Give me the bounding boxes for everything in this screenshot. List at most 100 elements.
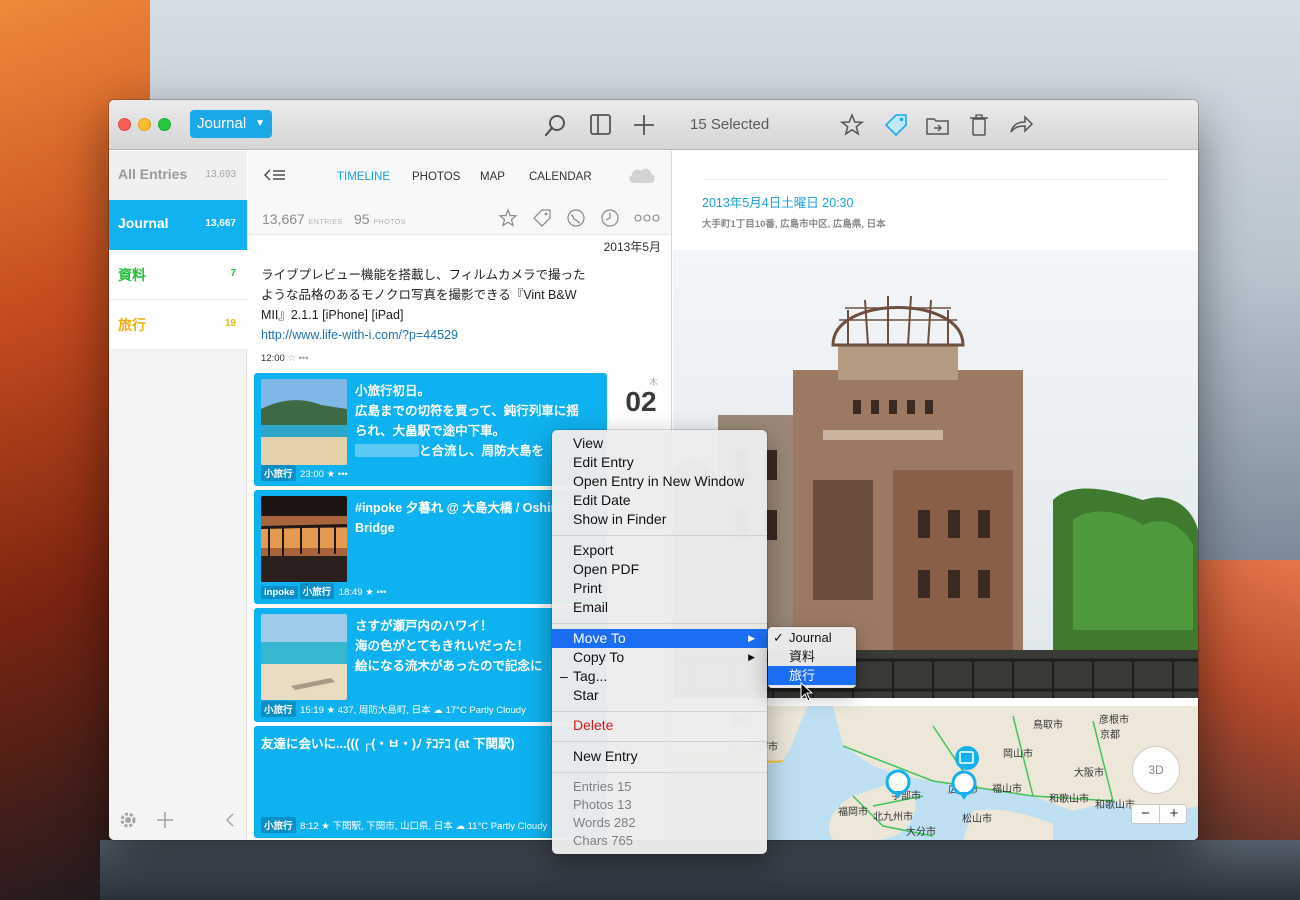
tab-photos[interactable]: PHOTOS bbox=[412, 171, 460, 183]
trash-icon[interactable] bbox=[965, 112, 993, 138]
menu-item-open-in-new-window[interactable]: Open Entry in New Window bbox=[552, 472, 767, 491]
entry-time: 23:00 bbox=[300, 469, 324, 480]
add-icon[interactable] bbox=[630, 112, 658, 138]
filter-clock-icon[interactable] bbox=[600, 208, 620, 228]
entry-meta: 12:00 ☆ ••• bbox=[261, 353, 309, 364]
star-filled-icon[interactable]: ★ bbox=[327, 469, 336, 480]
menu-item-view[interactable]: View bbox=[552, 434, 767, 453]
chevron-down-icon: ▼ bbox=[255, 118, 265, 129]
entry-text-fragment: と合流し、周防大島を bbox=[419, 444, 545, 458]
entry-time: 18:49 bbox=[338, 587, 363, 598]
zoom-in-button[interactable]: + bbox=[1160, 805, 1188, 823]
sidebar-item-label: All Entries bbox=[118, 166, 188, 182]
star-filled-icon[interactable]: ★ bbox=[321, 821, 330, 832]
entry-text-line: ような品格のあるモノクロ写真を撮影できる『Vint B&W bbox=[261, 288, 577, 302]
collapse-list-icon[interactable] bbox=[264, 168, 286, 182]
menu-item-open-pdf[interactable]: Open PDF bbox=[552, 560, 767, 579]
menu-item-show-in-finder[interactable]: Show in Finder bbox=[552, 510, 767, 529]
menu-item-delete[interactable]: Delete bbox=[552, 716, 767, 735]
entry-link[interactable]: http://www.life-with-i.com/?p=44529 bbox=[261, 325, 611, 345]
journal-sidebar: All Entries 13,693 Journal 13,667 資料 7 旅… bbox=[109, 151, 247, 840]
sidebar-item-all-entries[interactable]: All Entries 13,693 bbox=[109, 151, 247, 201]
menu-stat-photos: Photos 13 bbox=[573, 797, 632, 812]
map-label: 福山市 bbox=[992, 784, 1022, 795]
star-filled-icon[interactable]: ★ bbox=[327, 705, 336, 716]
map-pin-cluster-icon[interactable] bbox=[950, 745, 984, 801]
share-icon[interactable] bbox=[1007, 112, 1035, 138]
entry-date[interactable]: 2013年5月4日土曜日 20:30 bbox=[702, 192, 853, 211]
add-journal-icon[interactable] bbox=[155, 810, 175, 830]
tag-chip[interactable]: 小旅行 bbox=[261, 465, 296, 481]
weather-icon: ☁ bbox=[433, 705, 443, 716]
folder-move-icon[interactable] bbox=[924, 112, 952, 138]
tag-chip[interactable]: 小旅行 bbox=[261, 817, 296, 833]
map-3d-button[interactable]: 3D bbox=[1132, 746, 1180, 794]
tag-chip[interactable]: 小旅行 bbox=[299, 583, 335, 599]
menu-item-copy-to[interactable]: Copy To ▶ bbox=[552, 648, 767, 667]
photos-unit: PHOTOS bbox=[373, 219, 406, 226]
sidebar-item-journal[interactable]: Journal 13,667 bbox=[109, 200, 247, 250]
menu-item-tag[interactable]: – Tag... bbox=[552, 667, 767, 686]
photos-count-value: 95 bbox=[354, 211, 370, 227]
sidebar-toggle-icon[interactable] bbox=[586, 112, 614, 138]
map-label: 大阪市 bbox=[1074, 768, 1104, 779]
tab-timeline[interactable]: TIMELINE bbox=[337, 171, 390, 183]
menu-item-move-to[interactable]: Move To ▶ bbox=[552, 629, 767, 648]
close-window-button[interactable] bbox=[118, 118, 131, 131]
cloud-sync-icon[interactable] bbox=[627, 165, 657, 185]
entry-meta: 小旅行 15:19 ★ 437, 周防大島町, 日本 ☁ 17°C Partly… bbox=[261, 701, 601, 717]
sidebar-item-label: Journal bbox=[118, 215, 169, 231]
sidebar-item-count: 13,693 bbox=[205, 169, 236, 180]
submenu-item-shiryo[interactable]: 資料 bbox=[768, 647, 856, 666]
gear-icon[interactable] bbox=[118, 810, 138, 830]
map-label: 和歌山市 bbox=[1095, 800, 1135, 811]
map-label: 和歌山市 bbox=[1049, 794, 1089, 805]
journal-selector-button[interactable]: Journal ▼ bbox=[190, 110, 272, 138]
menu-separator bbox=[552, 623, 767, 624]
menu-separator bbox=[552, 772, 767, 773]
mouse-cursor-icon bbox=[800, 682, 814, 702]
tag-icon[interactable] bbox=[882, 112, 910, 138]
entry-address: 大手町1丁目10番, 広島市中区, 広島県, 日本 bbox=[702, 219, 886, 230]
map-label: 京都 bbox=[1100, 730, 1120, 741]
entry-more-icon[interactable]: ••• bbox=[376, 587, 386, 598]
photos-count: 95 PHOTOS bbox=[354, 211, 406, 227]
menu-item-export[interactable]: Export bbox=[552, 541, 767, 560]
more-icon[interactable] bbox=[634, 213, 660, 223]
sidebar-item-shiryo[interactable]: 資料 7 bbox=[109, 250, 247, 300]
sidebar-footer bbox=[109, 800, 247, 840]
collapse-sidebar-icon[interactable] bbox=[223, 812, 237, 828]
titlebar: Journal ▼ 15 Selected bbox=[109, 100, 1198, 150]
search-icon[interactable] bbox=[542, 112, 570, 138]
star-outline-icon[interactable]: ☆ bbox=[287, 353, 296, 364]
menu-item-new-entry[interactable]: New Entry bbox=[552, 747, 767, 766]
filter-location-icon[interactable] bbox=[566, 208, 586, 228]
zoom-out-button[interactable]: − bbox=[1132, 805, 1160, 823]
minimize-window-button[interactable] bbox=[138, 118, 151, 131]
context-menu: View Edit Entry Open Entry in New Window… bbox=[552, 430, 767, 854]
submenu-item-label: Journal bbox=[789, 630, 832, 645]
star-icon[interactable] bbox=[838, 112, 866, 138]
tag-chip[interactable]: inpoke bbox=[261, 586, 298, 599]
tab-calendar[interactable]: CALENDAR bbox=[529, 171, 592, 183]
filter-tag-icon[interactable] bbox=[532, 208, 552, 228]
star-filled-icon[interactable]: ★ bbox=[365, 587, 374, 598]
filter-star-icon[interactable] bbox=[498, 208, 518, 228]
tag-chip[interactable]: 小旅行 bbox=[261, 701, 296, 717]
tab-map[interactable]: MAP bbox=[480, 171, 505, 183]
entry-more-icon[interactable]: ••• bbox=[299, 353, 309, 364]
menu-item-star[interactable]: Star bbox=[552, 686, 767, 705]
menu-item-edit-date[interactable]: Edit Date bbox=[552, 491, 767, 510]
entry-text-line: 友達に会いに...((( ┌(・ㅂ・)ﾉ ﾃｺﾃｺ (at 下関駅) bbox=[261, 737, 515, 751]
zoom-window-button[interactable] bbox=[158, 118, 171, 131]
submenu-item-journal[interactable]: ✓ Journal bbox=[768, 628, 856, 647]
menu-item-email[interactable]: Email bbox=[552, 598, 767, 617]
menu-item-edit-entry[interactable]: Edit Entry bbox=[552, 453, 767, 472]
sidebar-item-ryoko[interactable]: 旅行 19 bbox=[109, 300, 247, 350]
sidebar-item-count: 19 bbox=[224, 318, 236, 329]
text-entry[interactable]: ライブプレビュー機能を搭載し、フィルムカメラで撮った ような品格のあるモノクロ写… bbox=[261, 265, 611, 345]
entry-more-icon[interactable]: ••• bbox=[338, 469, 348, 480]
sidebar-item-count: 13,667 bbox=[205, 218, 236, 229]
menu-item-print[interactable]: Print bbox=[552, 579, 767, 598]
map-pin-icon[interactable] bbox=[884, 769, 912, 801]
